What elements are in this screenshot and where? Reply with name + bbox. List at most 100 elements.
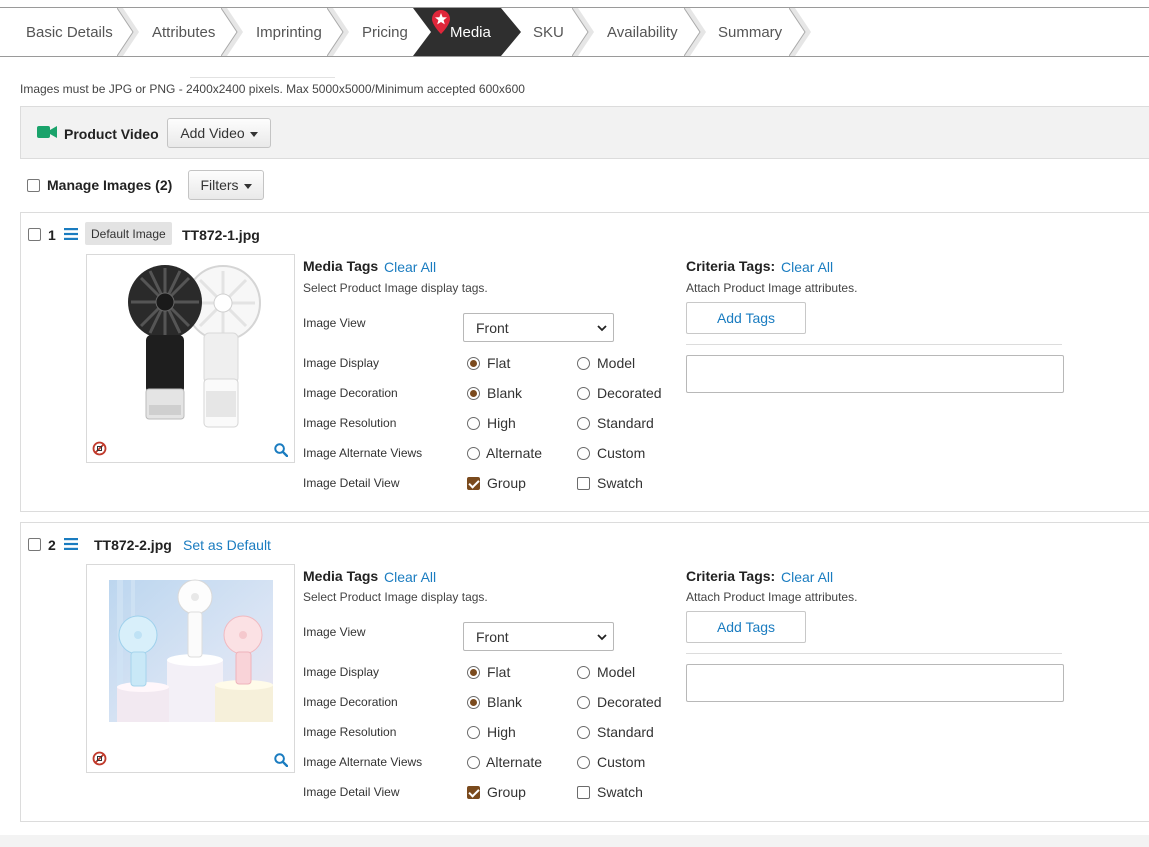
manage-images-checkbox[interactable] bbox=[27, 179, 40, 192]
tab-label: Basic Details bbox=[26, 23, 113, 41]
media-tags-title: Media Tags bbox=[303, 258, 379, 274]
image-display-label: Image Display bbox=[303, 665, 380, 679]
add-tags-button[interactable]: Add Tags bbox=[686, 302, 806, 334]
tab-basic-details[interactable]: Basic Details bbox=[26, 8, 113, 56]
image-alternate-views-label: Image Alternate Views bbox=[303, 755, 423, 769]
criteria-tags-box[interactable] bbox=[686, 664, 1064, 702]
standard-option-label: Standard bbox=[597, 724, 654, 740]
blank-radio[interactable] bbox=[467, 696, 480, 709]
tab-separator-icon bbox=[572, 8, 594, 56]
tab-pricing[interactable]: Pricing bbox=[362, 8, 408, 56]
caret-down-icon bbox=[249, 131, 258, 137]
tab-label: Pricing bbox=[362, 23, 408, 41]
divider bbox=[686, 653, 1062, 654]
custom-radio[interactable] bbox=[577, 447, 590, 460]
standard-radio[interactable] bbox=[577, 726, 590, 739]
blank-radio[interactable] bbox=[467, 387, 480, 400]
group-checkbox[interactable] bbox=[467, 477, 480, 490]
image-number: 1 bbox=[48, 227, 56, 243]
group-option-label: Group bbox=[487, 784, 526, 800]
criteria-tags-clear-all[interactable]: Clear All bbox=[781, 259, 833, 275]
add-video-button[interactable]: Add Video bbox=[167, 118, 271, 148]
custom-option-label: Custom bbox=[597, 445, 646, 461]
image-thumbnail[interactable] bbox=[86, 564, 295, 773]
media-tags-title: Media Tags bbox=[303, 568, 379, 584]
remove-image-icon[interactable] bbox=[92, 441, 107, 456]
tab-imprinting[interactable]: Imprinting bbox=[256, 8, 322, 56]
tab-separator-icon bbox=[221, 8, 243, 56]
image-card-2: 2 TT872-2.jpg Set as Default Media Tags … bbox=[20, 522, 1149, 822]
media-tags-clear-all[interactable]: Clear All bbox=[384, 259, 436, 275]
custom-radio[interactable] bbox=[577, 756, 590, 769]
alternate-radio[interactable] bbox=[467, 756, 480, 769]
tab-media[interactable]: Media bbox=[450, 8, 491, 56]
alternate-option-label: Alternate bbox=[486, 445, 543, 461]
image-view-select[interactable]: Front bbox=[463, 622, 614, 651]
swatch-checkbox[interactable] bbox=[577, 477, 590, 490]
tab-label: SKU bbox=[533, 23, 564, 41]
star-pin-icon bbox=[432, 10, 450, 34]
flat-radio[interactable] bbox=[467, 357, 480, 370]
add-video-label: Add Video bbox=[180, 125, 245, 141]
image-detail-view-label: Image Detail View bbox=[303, 476, 400, 490]
flat-radio[interactable] bbox=[467, 666, 480, 679]
image-thumbnail[interactable] bbox=[86, 254, 295, 463]
criteria-tags-title: Criteria Tags: bbox=[686, 258, 776, 274]
zoom-icon[interactable] bbox=[274, 443, 288, 457]
blank-option-label: Blank bbox=[487, 694, 523, 710]
standard-radio[interactable] bbox=[577, 417, 590, 430]
swatch-checkbox[interactable] bbox=[577, 786, 590, 799]
media-tags-clear-all[interactable]: Clear All bbox=[384, 569, 436, 585]
criteria-tags-title: Criteria Tags: bbox=[686, 568, 776, 584]
add-tags-button[interactable]: Add Tags bbox=[686, 611, 806, 643]
video-camera-icon bbox=[37, 126, 57, 138]
drag-handle-icon[interactable] bbox=[64, 228, 78, 240]
page-footer-strip bbox=[0, 835, 1149, 847]
manage-images-label: Manage Images (2) bbox=[47, 177, 173, 193]
tab-attributes[interactable]: Attributes bbox=[152, 8, 215, 56]
set-as-default-link[interactable]: Set as Default bbox=[183, 537, 271, 553]
tab-label: Attributes bbox=[152, 23, 216, 41]
high-option-label: High bbox=[487, 415, 516, 431]
high-radio[interactable] bbox=[467, 417, 480, 430]
zoom-icon[interactable] bbox=[274, 753, 288, 767]
high-option-label: High bbox=[487, 724, 516, 740]
image-filename: TT872-1.jpg bbox=[182, 227, 260, 243]
tab-separator-icon bbox=[117, 8, 139, 56]
group-checkbox[interactable] bbox=[467, 786, 480, 799]
tab-availability[interactable]: Availability bbox=[607, 8, 678, 56]
image-number: 2 bbox=[48, 537, 56, 553]
media-tags-hint: Select Product Image display tags. bbox=[303, 281, 488, 295]
image-alternate-views-label: Image Alternate Views bbox=[303, 446, 423, 460]
chevron-down-icon bbox=[597, 325, 607, 332]
image-decoration-label: Image Decoration bbox=[303, 695, 398, 709]
alternate-radio[interactable] bbox=[467, 447, 480, 460]
image-view-label: Image View bbox=[303, 625, 366, 639]
drag-handle-icon[interactable] bbox=[64, 538, 78, 550]
image-resolution-label: Image Resolution bbox=[303, 416, 397, 430]
high-radio[interactable] bbox=[467, 726, 480, 739]
criteria-tags-clear-all[interactable]: Clear All bbox=[781, 569, 833, 585]
model-radio[interactable] bbox=[577, 666, 590, 679]
chevron-down-icon bbox=[597, 634, 607, 641]
model-radio[interactable] bbox=[577, 357, 590, 370]
alternate-option-label: Alternate bbox=[486, 754, 543, 770]
tab-separator-icon bbox=[327, 8, 349, 56]
swatch-option-label: Swatch bbox=[597, 475, 643, 491]
image-view-select[interactable]: Front bbox=[463, 313, 614, 342]
image-select-checkbox[interactable] bbox=[28, 538, 41, 551]
tab-separator-icon bbox=[684, 8, 706, 56]
remove-image-icon[interactable] bbox=[92, 751, 107, 766]
criteria-tags-hint: Attach Product Image attributes. bbox=[686, 281, 858, 295]
tab-sku[interactable]: SKU bbox=[533, 8, 564, 56]
filters-button[interactable]: Filters bbox=[188, 170, 264, 200]
criteria-tags-box[interactable] bbox=[686, 355, 1064, 393]
image-decoration-label: Image Decoration bbox=[303, 386, 398, 400]
image-select-checkbox[interactable] bbox=[28, 228, 41, 241]
tab-summary[interactable]: Summary bbox=[718, 8, 782, 56]
product-video-label: Product Video bbox=[64, 126, 159, 142]
decorated-radio[interactable] bbox=[577, 696, 590, 709]
product-photo-fans-lifestyle bbox=[109, 579, 273, 722]
decorated-radio[interactable] bbox=[577, 387, 590, 400]
image-resolution-label: Image Resolution bbox=[303, 725, 397, 739]
